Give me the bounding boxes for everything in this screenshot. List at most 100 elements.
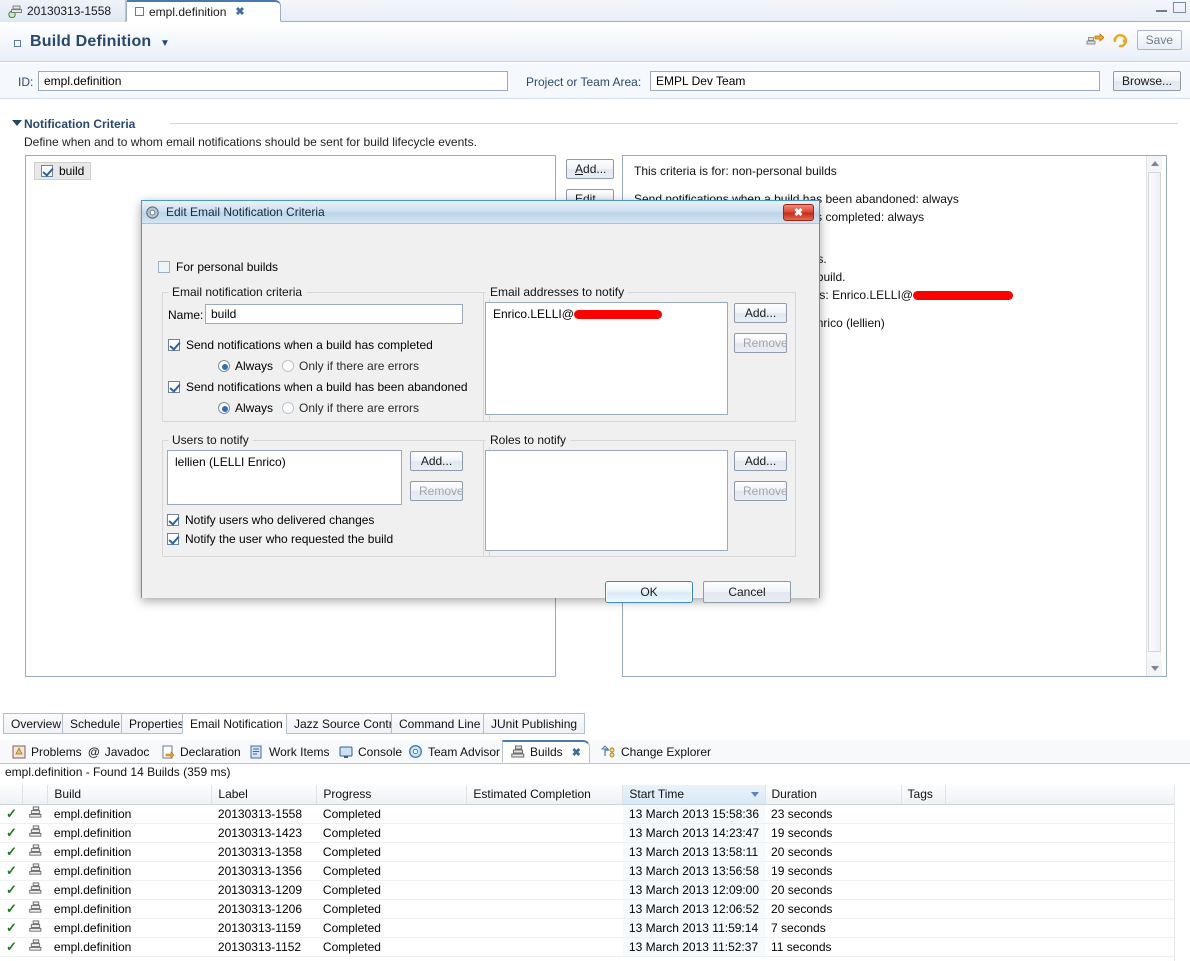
view-tab-javadoc[interactable]: @ Javadoc [80, 740, 157, 763]
refresh-icon[interactable] [1112, 32, 1129, 48]
row-filler [945, 937, 1190, 957]
row-estimated [466, 918, 623, 938]
build-icon [29, 844, 42, 856]
form-twisty-icon[interactable] [14, 40, 21, 47]
emails-remove-button[interactable]: Remove [734, 333, 788, 353]
page-tab-schedule[interactable]: Schedule [62, 713, 129, 734]
scrollbar-thumb[interactable] [1148, 172, 1161, 652]
notify-delivered-checkbox[interactable] [167, 514, 179, 526]
minimize-icon[interactable] [1156, 4, 1167, 12]
row-start-time: 13 March 2013 14:23:47 [622, 823, 766, 843]
roles-add-button[interactable]: Add... [734, 451, 787, 471]
page-tab-overview[interactable]: Overview [3, 713, 70, 734]
table-row[interactable]: ✓ empl.definition 20130313-1152 Complete… [0, 937, 1190, 957]
check-icon: ✓ [6, 881, 17, 897]
builds-status-line: empl.definition - Found 14 Builds (359 m… [0, 765, 1190, 782]
completed-checkbox[interactable] [168, 339, 180, 351]
emails-add-button[interactable]: Add... [734, 303, 787, 323]
users-listbox[interactable]: lellien (LELLI Enrico) [167, 450, 402, 505]
roles-remove-button[interactable]: Remove [734, 481, 788, 501]
javadoc-at-icon: @ [88, 744, 100, 759]
table-row[interactable]: ✓ empl.definition 20130313-1209 Complete… [0, 880, 1190, 900]
table-row[interactable]: ✓ empl.definition 20130313-1423 Complete… [0, 823, 1190, 843]
editor-tab-build-result[interactable]: 20130313-1558 [0, 0, 126, 22]
view-tab-work-items[interactable]: Work Items [242, 740, 337, 763]
id-input[interactable] [38, 71, 508, 91]
scroll-up-icon[interactable] [1147, 156, 1162, 171]
cancel-button[interactable]: Cancel [703, 581, 791, 603]
users-remove-button[interactable]: Remove [410, 481, 464, 501]
criteria-list-item[interactable]: build [34, 162, 92, 180]
maximize-icon[interactable] [1173, 2, 1186, 13]
scroll-down-icon[interactable] [1147, 661, 1162, 676]
view-tab-label: Problems [31, 744, 82, 759]
table-row[interactable]: ✓ empl.definition 20130313-1206 Complete… [0, 899, 1190, 919]
col-duration[interactable]: Duration [765, 785, 902, 805]
abandoned-always-radio[interactable] [218, 402, 230, 414]
row-label: 20130313-1206 [211, 899, 317, 919]
table-row[interactable]: ✓ empl.definition 20130313-1358 Complete… [0, 842, 1190, 862]
view-tab-console[interactable]: Console [331, 740, 410, 763]
row-state: ✓ [0, 823, 23, 843]
detail-panel-scrollbar[interactable] [1146, 156, 1162, 676]
personal-builds-checkbox[interactable] [158, 261, 170, 273]
builds-table-scrollbar[interactable] [1174, 785, 1190, 961]
emails-listbox[interactable]: Enrico.LELLI@ [485, 302, 728, 415]
col-label[interactable]: Label [211, 785, 318, 805]
notify-requested-checkbox[interactable] [167, 533, 179, 545]
row-start-time: 13 March 2013 11:59:14 [622, 918, 766, 938]
email-list-item[interactable]: Enrico.LELLI@ [486, 303, 727, 325]
export-build-icon[interactable] [1086, 32, 1104, 48]
roles-listbox[interactable] [485, 450, 728, 551]
row-label: 20130313-1558 [211, 804, 317, 824]
view-tab-problems[interactable]: Problems [4, 740, 90, 763]
col-start-time[interactable]: Start Time [622, 785, 766, 805]
editor-tab-empl-definition[interactable]: empl.definition ✖ [126, 0, 281, 22]
user-list-item[interactable]: lellien (LELLI Enrico) [168, 451, 401, 473]
completed-always-radio[interactable] [218, 360, 230, 372]
col-progress[interactable]: Progress [316, 785, 468, 805]
completed-errors-radio[interactable] [282, 360, 294, 372]
row-start-time: 13 March 2013 13:58:11 [622, 842, 766, 862]
page-tab-junit-publishing[interactable]: JUnit Publishing [483, 713, 586, 734]
view-tab-change-explorer[interactable]: Change Explorer [593, 740, 719, 763]
close-icon[interactable]: ✖ [235, 5, 244, 18]
abandoned-checkbox[interactable] [168, 381, 180, 393]
check-icon: ✓ [6, 862, 17, 878]
view-tab-team-advisor[interactable]: Team Advisor [400, 740, 508, 763]
chevron-down-icon[interactable]: ▼ [160, 38, 170, 49]
add-criteria-button[interactable]: Add... [566, 159, 614, 179]
row-estimated [466, 861, 623, 881]
col-type[interactable] [22, 785, 49, 805]
users-add-button[interactable]: Add... [410, 451, 463, 471]
col-estimated[interactable]: Estimated Completion [466, 785, 624, 805]
abandoned-errors-radio[interactable] [282, 402, 294, 414]
table-row[interactable]: ✓ empl.definition 20130313-1356 Complete… [0, 861, 1190, 881]
table-row[interactable]: ✓ empl.definition 20130313-1558 Complete… [0, 804, 1190, 824]
row-label: 20130313-1209 [211, 880, 317, 900]
project-area-input[interactable] [650, 71, 1100, 91]
criteria-checkbox[interactable] [41, 165, 53, 177]
close-icon[interactable]: ✖ [572, 746, 581, 759]
builds-table: Build Label Progress Estimated Completio… [0, 785, 1190, 957]
name-input[interactable] [205, 304, 463, 324]
row-build: empl.definition [47, 918, 212, 938]
row-progress: Completed [316, 899, 467, 919]
section-twisty-icon[interactable] [12, 120, 22, 126]
table-row[interactable]: ✓ empl.definition 20130313-1159 Complete… [0, 918, 1190, 938]
col-tags[interactable]: Tags [901, 785, 946, 805]
view-tab-builds[interactable]: Builds ✖ [502, 740, 590, 763]
page-tab-command-line[interactable]: Command Line [391, 713, 489, 734]
save-button[interactable]: Save [1136, 30, 1182, 50]
row-type [22, 861, 48, 881]
view-tab-declaration[interactable]: Declaration [153, 740, 249, 763]
page-tab-email-notification[interactable]: Email Notification [182, 713, 291, 734]
build-icon [29, 920, 42, 932]
row-tags [901, 880, 946, 900]
dialog-title-bar[interactable]: Edit Email Notification Criteria ✖ [142, 201, 819, 224]
close-icon[interactable]: ✖ [783, 203, 814, 221]
ok-button[interactable]: OK [605, 581, 693, 603]
browse-button[interactable]: Browse... [1113, 71, 1182, 91]
col-state[interactable] [0, 785, 24, 805]
col-build[interactable]: Build [47, 785, 213, 805]
